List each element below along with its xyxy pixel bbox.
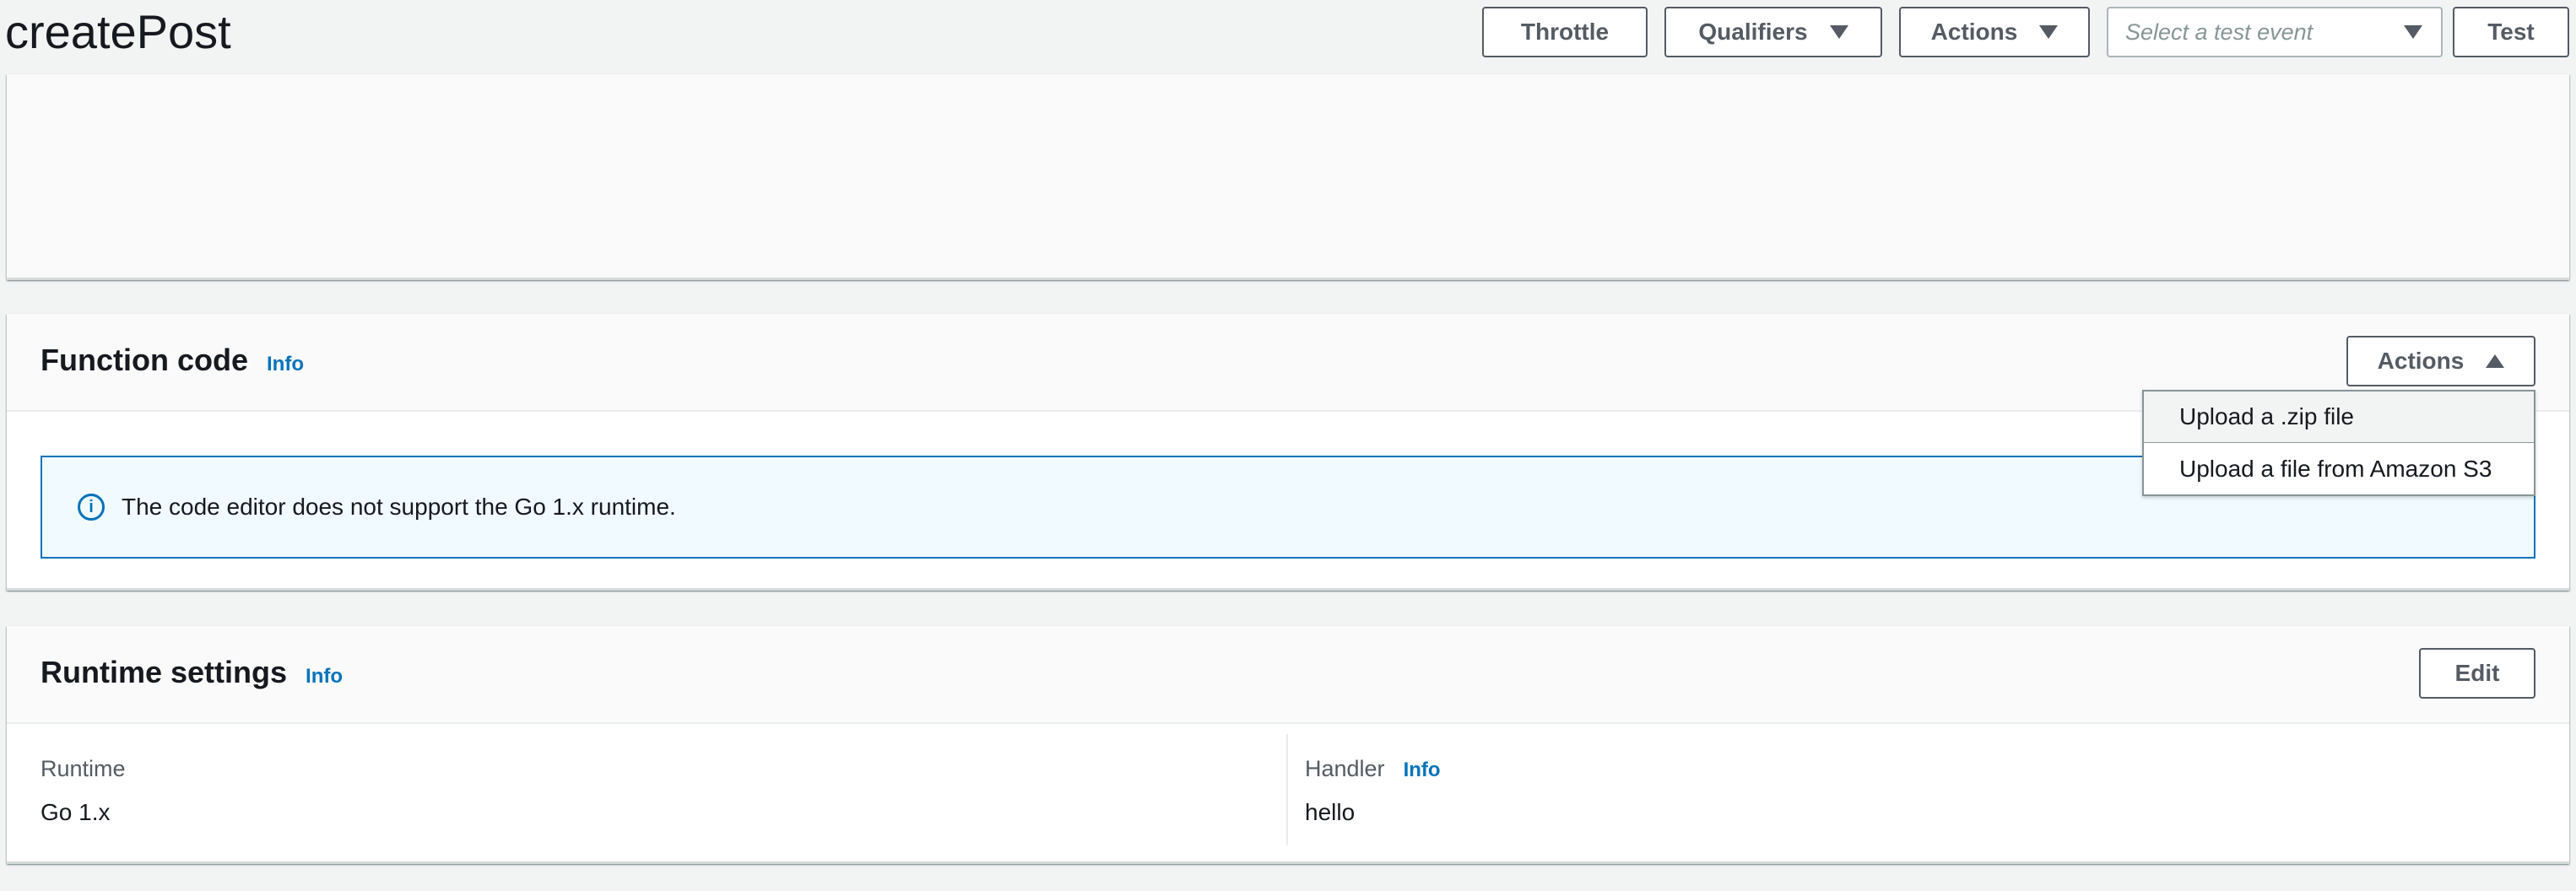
test-button-label: Test [2487,19,2535,45]
designer-panel [7,74,2569,280]
caret-down-icon [2404,25,2422,39]
menu-item-upload-s3[interactable]: Upload a file from Amazon S3 [2144,443,2534,494]
actions-dropdown-menu: Upload a .zip file Upload a file from Am… [2142,390,2535,496]
function-code-actions-button[interactable]: Actions [2346,336,2535,386]
throttle-button[interactable]: Throttle [1482,7,1648,57]
menu-item-upload-zip[interactable]: Upload a .zip file [2144,392,2534,443]
actions-button[interactable]: Actions [1899,7,2090,57]
function-code-actions-label: Actions [2377,348,2465,374]
caret-down-icon [2039,25,2059,39]
handler-info-link[interactable]: Info [1404,759,1441,782]
runtime-settings-info-link[interactable]: Info [306,665,343,688]
test-event-select[interactable]: Select a test event [2107,7,2443,57]
runtime-settings-title-text: Runtime settings [41,655,288,689]
handler-label: Handler [1305,756,1385,781]
function-code-info-link[interactable]: Info [267,353,304,376]
handler-value: hello [1305,799,1356,825]
runtime-field: Runtime Go 1.x [41,756,126,826]
runtime-settings-panel: Runtime settings Info Edit Runtime Go 1.… [7,626,2569,864]
page-title: createPost [5,5,231,58]
alert-text: The code editor does not support the Go … [122,494,676,520]
edit-button-label: Edit [2454,660,2500,686]
caret-down-icon [1829,25,1848,39]
qualifiers-button[interactable]: Qualifiers [1664,7,1882,57]
test-event-placeholder: Select a test event [2125,19,2314,45]
caret-up-icon [2486,354,2505,368]
runtime-value: Go 1.x [41,799,111,825]
info-circle-icon: i [78,494,105,521]
runtime-label: Runtime [41,756,126,781]
page-header: createPost Throttle Qualifiers Actions S… [0,0,2576,68]
test-button[interactable]: Test [2453,7,2569,57]
menu-item-label: Upload a .zip file [2179,403,2355,429]
function-code-title: Function code Info [41,343,304,378]
runtime-settings-title: Runtime settings Info [41,655,343,690]
handler-field: Handler Info hello [1305,756,1441,826]
actions-button-label: Actions [1930,19,2018,45]
column-divider [1286,734,1288,845]
menu-item-label: Upload a file from Amazon S3 [2179,455,2492,482]
function-code-title-text: Function code [41,343,248,377]
qualifiers-button-label: Qualifiers [1698,19,1808,45]
handler-label-row: Handler Info [1305,756,1441,782]
edit-button[interactable]: Edit [2419,648,2535,699]
throttle-button-label: Throttle [1520,19,1610,45]
runtime-settings-header: Runtime settings Info Edit [7,626,2569,724]
